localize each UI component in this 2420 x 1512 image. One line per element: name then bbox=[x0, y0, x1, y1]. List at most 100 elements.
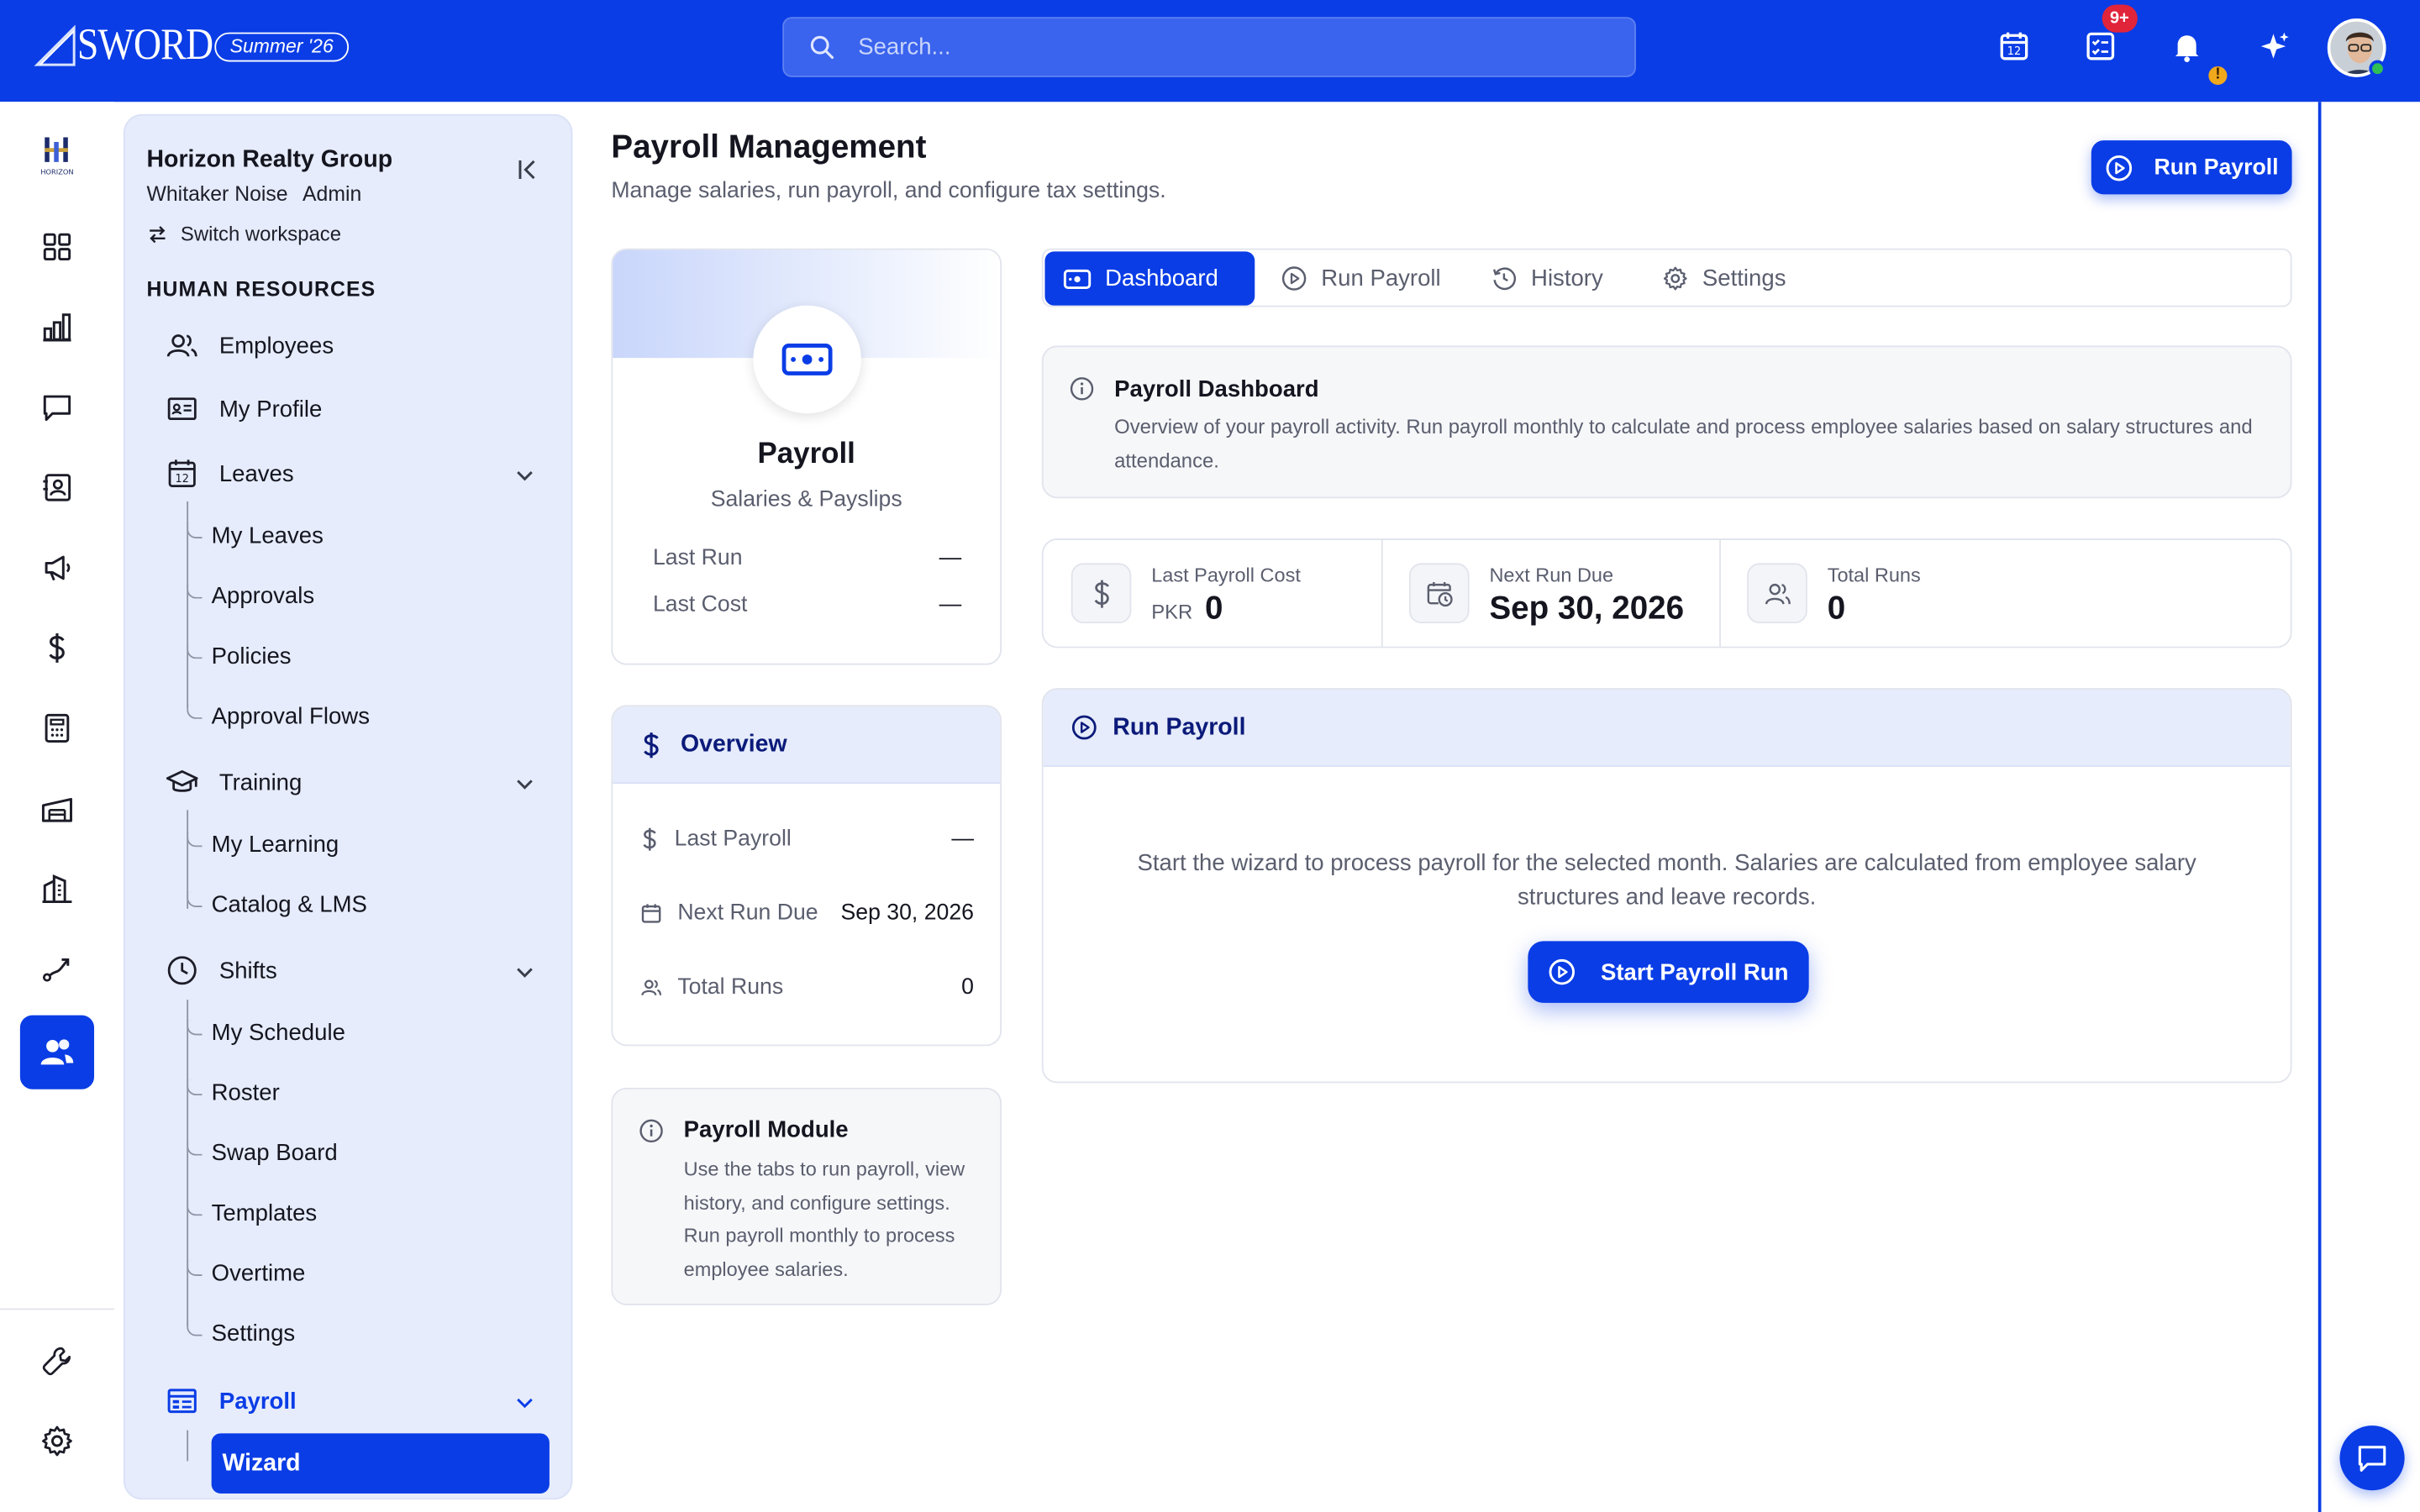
calendar-icon[interactable]: 12 bbox=[1997, 29, 2031, 63]
start-payroll-run-button[interactable]: Start Payroll Run bbox=[1528, 941, 1809, 1003]
organization-name: Horizon Realty Group bbox=[146, 146, 393, 173]
overview-next-run-label: Next Run Due bbox=[677, 900, 818, 927]
sidebar-item-my-profile[interactable]: My Profile bbox=[166, 392, 323, 426]
calendar-clock-icon bbox=[1426, 581, 1452, 606]
megaphone-icon bbox=[45, 555, 71, 581]
sidebar-item-shift-settings[interactable]: Settings bbox=[212, 1320, 296, 1347]
sidebar-item-training[interactable]: Training bbox=[166, 765, 302, 799]
tree-line-shifts bbox=[187, 1000, 189, 1327]
sidebar-item-leaves[interactable]: 12 Leaves bbox=[166, 457, 294, 491]
rail-workflows[interactable] bbox=[20, 932, 94, 1005]
svg-text:HORIZON: HORIZON bbox=[40, 168, 73, 176]
search-bar[interactable] bbox=[782, 17, 1636, 77]
sidebar-item-roster[interactable]: Roster bbox=[212, 1080, 280, 1106]
tree-line-payroll bbox=[187, 1430, 189, 1462]
users-icon bbox=[641, 979, 662, 996]
sidebar-item-wizard[interactable]: Wizard bbox=[211, 1433, 550, 1494]
banknote-icon bbox=[781, 344, 833, 375]
rail-analytics[interactable] bbox=[20, 290, 94, 364]
search-input[interactable] bbox=[858, 34, 1569, 60]
rail-accounting[interactable] bbox=[20, 691, 94, 765]
rail-settings[interactable] bbox=[20, 1404, 94, 1478]
sidebar-item-my-profile-label: My Profile bbox=[218, 396, 323, 423]
wrench-icon bbox=[42, 1347, 71, 1376]
route-icon bbox=[42, 958, 70, 982]
tree-branch bbox=[187, 1200, 203, 1216]
brand-logo[interactable]: SWORD bbox=[34, 22, 234, 68]
sidebar-item-payroll[interactable]: Payroll bbox=[166, 1384, 297, 1418]
sidebar-item-leaves-label: Leaves bbox=[218, 460, 294, 487]
dollar-icon bbox=[643, 827, 656, 851]
last-cost-row: Last Cost — bbox=[653, 592, 961, 617]
sidebar-item-templates[interactable]: Templates bbox=[212, 1200, 318, 1226]
sidebar-item-my-schedule[interactable]: My Schedule bbox=[212, 1020, 345, 1046]
building-icon bbox=[42, 874, 72, 904]
rail-finance[interactable] bbox=[20, 611, 94, 685]
payroll-module-text: Use the tabs to run payroll, view histor… bbox=[683, 1157, 965, 1280]
sidebar-item-my-learning[interactable]: My Learning bbox=[212, 832, 339, 858]
rail-properties[interactable] bbox=[20, 852, 94, 926]
overview-title: Overview bbox=[681, 730, 787, 757]
sidebar-item-approvals[interactable]: Approvals bbox=[212, 583, 315, 609]
sidebar-item-employees[interactable]: Employees bbox=[166, 328, 334, 362]
tab-settings[interactable]: Settings bbox=[1644, 251, 1804, 305]
graduation-cap-icon bbox=[166, 769, 198, 792]
tab-history[interactable]: History bbox=[1472, 251, 1622, 305]
chevron-down-icon[interactable] bbox=[514, 961, 536, 983]
play-circle-icon bbox=[1281, 266, 1307, 291]
stat-next-run-due: Next Run Due Sep 30, 2026 bbox=[1381, 540, 1719, 647]
calendar-icon bbox=[641, 904, 661, 923]
dashboard-grid-icon bbox=[43, 233, 71, 261]
rail-campaigns[interactable] bbox=[20, 531, 94, 605]
hr-sidebar: Horizon Realty Group Whitaker Noise Admi… bbox=[123, 113, 573, 1500]
sidebar-item-swap-board[interactable]: Swap Board bbox=[212, 1140, 338, 1166]
rail-contacts[interactable] bbox=[20, 450, 94, 524]
tree-branch bbox=[187, 1260, 203, 1276]
run-payroll-button[interactable]: Run Payroll bbox=[2091, 140, 2292, 195]
rail-human-resources[interactable] bbox=[19, 1015, 95, 1089]
overview-card: Overview Last Payroll — Next Run Due Sep… bbox=[611, 705, 1002, 1047]
collapse-sidebar-icon[interactable] bbox=[514, 156, 542, 184]
payroll-card-subtitle: Salaries & Payslips bbox=[710, 487, 902, 512]
overview-total-runs-row: Total Runs 0 bbox=[640, 975, 974, 1000]
rail-tools[interactable] bbox=[20, 1324, 94, 1398]
rail-dashboard[interactable] bbox=[20, 210, 94, 284]
rail-inventory[interactable] bbox=[20, 771, 94, 845]
stat-last-payroll-cost-amount: 0 bbox=[1205, 591, 1223, 627]
sidebar-item-approval-flows[interactable]: Approval Flows bbox=[212, 704, 370, 730]
calculator-icon bbox=[45, 713, 70, 743]
sidebar-item-overtime[interactable]: Overtime bbox=[212, 1261, 306, 1287]
ai-sparkle-icon[interactable] bbox=[2258, 29, 2291, 63]
tree-branch bbox=[187, 583, 203, 599]
stat-last-payroll-cost: Last Payroll Cost PKR 0 bbox=[1044, 540, 1381, 647]
payroll-stats: Last Payroll Cost PKR 0 Next Run Due Sep … bbox=[1041, 538, 2292, 648]
chevron-down-icon[interactable] bbox=[514, 1392, 536, 1414]
switch-workspace-link[interactable]: Switch workspace bbox=[146, 222, 341, 245]
stat-next-run-due-value: Sep 30, 2026 bbox=[1489, 591, 1685, 627]
sidebar-item-shifts[interactable]: Shifts bbox=[166, 953, 277, 987]
bar-chart-icon bbox=[43, 313, 71, 342]
sidebar-item-payroll-label: Payroll bbox=[218, 1388, 297, 1415]
tab-dashboard[interactable]: Dashboard bbox=[1044, 251, 1255, 306]
task-list-icon[interactable] bbox=[2084, 29, 2118, 63]
rail-messages[interactable] bbox=[20, 370, 94, 444]
tab-run-payroll[interactable]: Run Payroll bbox=[1262, 251, 1459, 305]
last-run-label: Last Run bbox=[652, 546, 743, 571]
stat-total-runs-value: 0 bbox=[1827, 591, 1846, 627]
tree-branch bbox=[187, 891, 203, 908]
sidebar-item-policies[interactable]: Policies bbox=[212, 643, 292, 669]
sidebar-item-my-leaves[interactable]: My Leaves bbox=[212, 523, 324, 549]
stat-last-payroll-cost-value: PKR 0 bbox=[1151, 591, 1223, 627]
sidebar-item-catalog-lms[interactable]: Catalog & LMS bbox=[212, 892, 367, 918]
chevron-down-icon[interactable] bbox=[514, 773, 536, 795]
chat-button[interactable] bbox=[2339, 1425, 2405, 1491]
run-payroll-description: Start the wizard to process payroll for … bbox=[1137, 850, 2196, 911]
chevron-down-icon[interactable] bbox=[514, 465, 536, 486]
brand-name: SWORD bbox=[76, 19, 213, 70]
run-payroll-button-label: Run Payroll bbox=[2154, 155, 2279, 180]
right-panel-border bbox=[2317, 102, 2322, 1512]
bell-icon[interactable] bbox=[2170, 29, 2203, 63]
current-user-name: Whitaker Noise bbox=[146, 181, 288, 206]
last-run-value: — bbox=[939, 546, 962, 571]
stat-icon-box bbox=[1747, 563, 1807, 624]
